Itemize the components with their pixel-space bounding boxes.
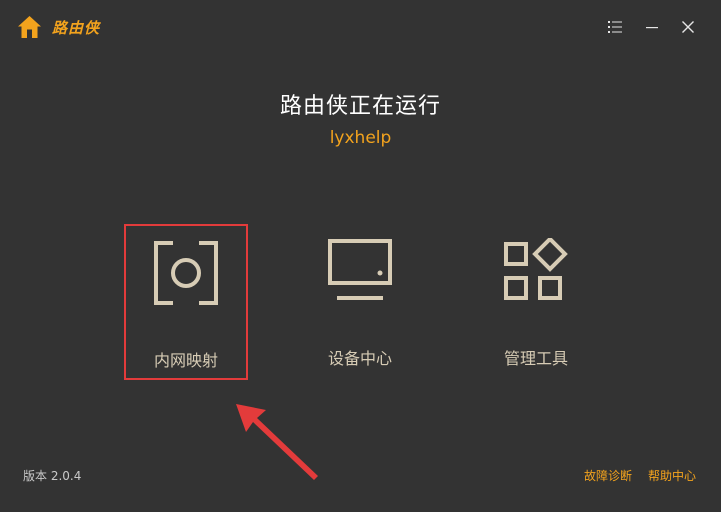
annotation-arrow-icon — [236, 404, 318, 480]
title-bar[interactable]: 路由侠 — [0, 0, 721, 56]
feature-management-tools[interactable]: 管理工具 — [474, 224, 598, 380]
feature-label: 管理工具 — [503, 349, 568, 368]
feature-device-center[interactable]: 设备中心 — [298, 224, 422, 380]
close-icon — [682, 21, 694, 33]
help-center-link[interactable]: 帮助中心 — [648, 467, 696, 484]
feature-label: 内网映射 — [153, 351, 218, 370]
app-logo: 路由侠 — [17, 15, 100, 39]
port-mapping-icon — [154, 241, 218, 305]
version-label: 版本 2.0.4 — [23, 469, 82, 483]
app-window: 路由侠 路由侠正在运行 lyxhelp 内网映射 设备中心 管理工具 版本 2.… — [0, 0, 721, 512]
menu-icon — [608, 21, 622, 33]
tools-grid-icon — [504, 238, 568, 300]
feature-label: 设备中心 — [327, 349, 392, 368]
app-name: 路由侠 — [52, 18, 101, 37]
diagnosis-link[interactable]: 故障诊断 — [584, 467, 632, 484]
close-button[interactable] — [677, 16, 699, 38]
monitor-icon — [328, 239, 392, 300]
status-title: 路由侠正在运行 — [279, 94, 441, 119]
home-icon — [18, 16, 41, 38]
minimize-icon — [646, 27, 658, 29]
menu-button[interactable] — [604, 16, 626, 38]
account-name: lyxhelp — [329, 128, 392, 148]
minimize-button[interactable] — [641, 16, 663, 38]
feature-port-mapping[interactable]: 内网映射 — [124, 224, 248, 380]
